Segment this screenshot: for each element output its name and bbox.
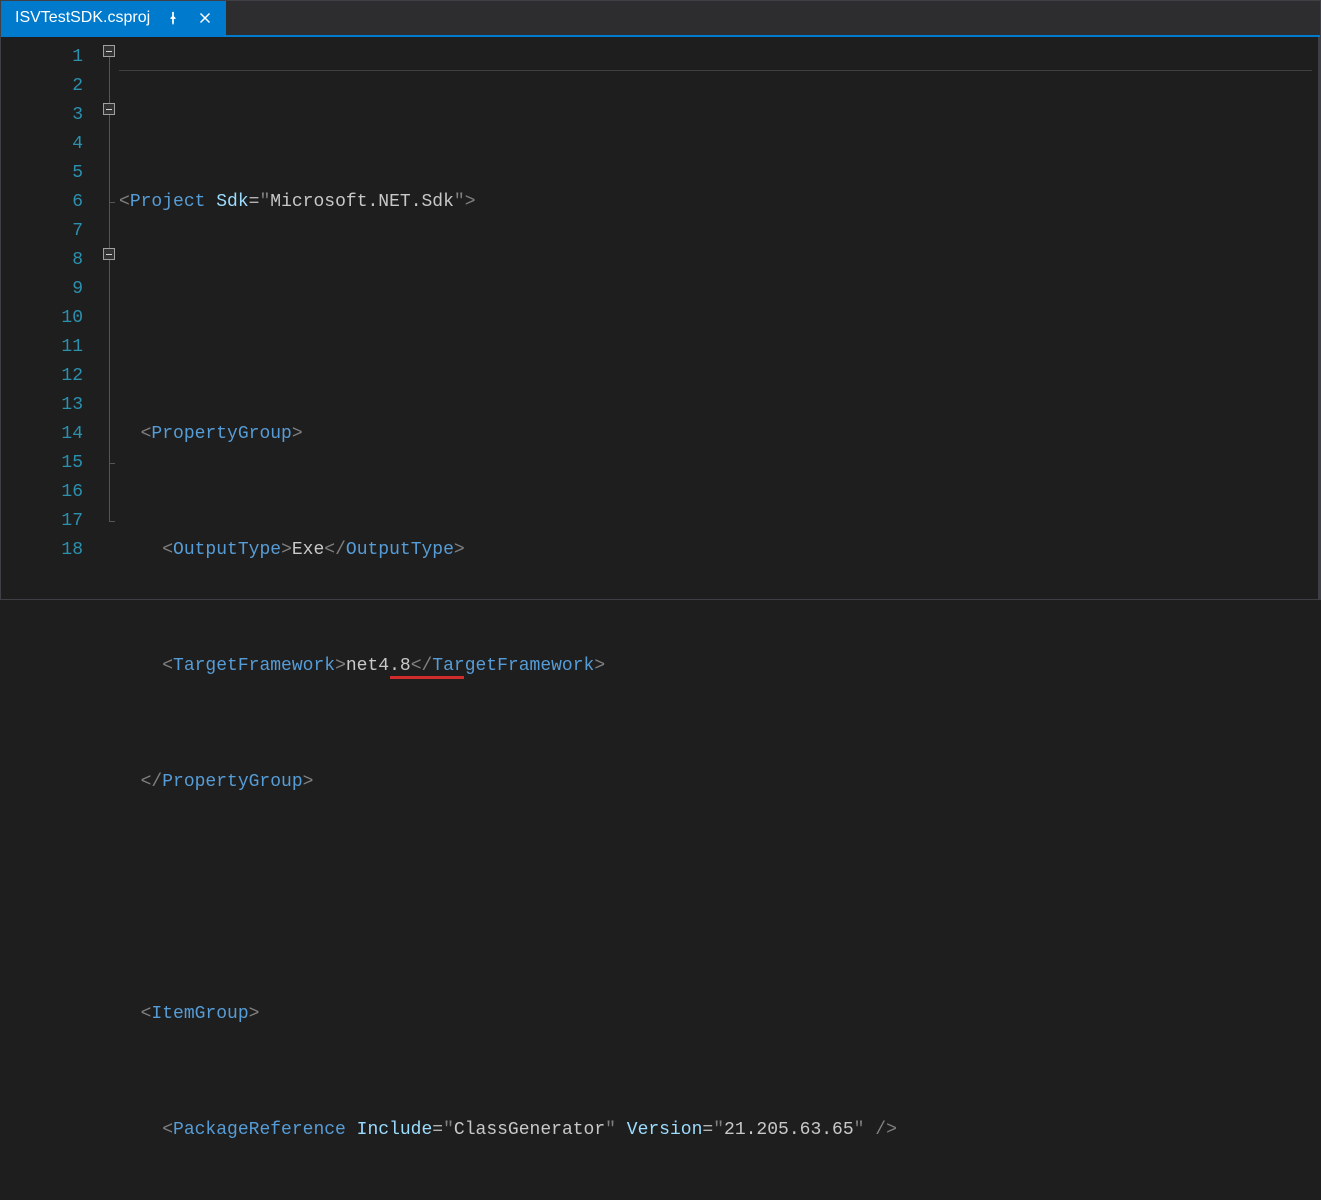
xml-element: Project: [130, 192, 206, 212]
line-number: 13: [1, 391, 83, 420]
line-number: 4: [1, 130, 83, 159]
line-number: 5: [1, 159, 83, 188]
xml-element: OutputType: [173, 540, 281, 560]
line-number: 1: [1, 43, 83, 72]
close-icon[interactable]: [196, 9, 214, 27]
fold-guide: [109, 464, 110, 514]
xml-attribute: Include: [357, 1120, 433, 1140]
line-number: 9: [1, 275, 83, 304]
line-number: 2: [1, 72, 83, 101]
line-number: 14: [1, 420, 83, 449]
xml-element: PropertyGroup: [151, 424, 291, 444]
xml-attribute: Sdk: [216, 192, 248, 212]
line-number-gutter: 123456789101112131415161718: [1, 37, 101, 599]
line-number: 11: [1, 333, 83, 362]
line-number: 15: [1, 449, 83, 478]
xml-element: PropertyGroup: [162, 772, 302, 792]
tab-active[interactable]: ISVTestSDK.csproj: [1, 1, 226, 35]
underline-annotation: [390, 676, 464, 679]
line-number: 8: [1, 246, 83, 275]
code-content[interactable]: <Project Sdk="Microsoft.NET.Sdk"> <Prope…: [119, 37, 1318, 599]
xml-element: TargetFramework: [173, 656, 335, 676]
xml-element: ItemGroup: [151, 1004, 248, 1024]
fold-toggle-icon[interactable]: [103, 103, 115, 115]
xml-element: PackageReference: [173, 1120, 346, 1140]
fold-toggle-icon[interactable]: [103, 45, 115, 57]
fold-end-icon: [109, 514, 115, 522]
xml-element: TargetFramework: [432, 656, 594, 676]
line-number: 6: [1, 188, 83, 217]
line-number: 18: [1, 536, 83, 565]
line-number: 7: [1, 217, 83, 246]
fold-end-icon: [109, 456, 115, 464]
fold-end-icon: [109, 195, 115, 203]
fold-guide: [109, 57, 110, 105]
xml-text: net4.8: [346, 656, 411, 676]
fold-guide: [109, 203, 110, 248]
attr-value: ClassGenerator: [454, 1120, 605, 1140]
fold-guide: [109, 260, 110, 456]
line-number: 3: [1, 101, 83, 130]
pin-icon[interactable]: [164, 9, 182, 27]
editor-right-border: [1318, 37, 1320, 599]
xml-element: OutputType: [346, 540, 454, 560]
fold-toggle-icon[interactable]: [103, 248, 115, 260]
code-editor[interactable]: 123456789101112131415161718 <Project Sdk…: [1, 37, 1320, 599]
tab-bar: ISVTestSDK.csproj: [1, 1, 1320, 37]
fold-guide: [109, 115, 110, 195]
line-number: 17: [1, 507, 83, 536]
attr-value: Microsoft.NET.Sdk: [270, 192, 454, 212]
editor-separator: [119, 70, 1312, 71]
fold-strip: [101, 37, 119, 599]
attr-value: 21.205.63.65: [724, 1120, 854, 1140]
line-number: 12: [1, 362, 83, 391]
xml-text: Exe: [292, 540, 324, 560]
line-number: 16: [1, 478, 83, 507]
xml-attribute: Version: [627, 1120, 703, 1140]
line-number: 10: [1, 304, 83, 333]
tab-title: ISVTestSDK.csproj: [15, 9, 150, 27]
